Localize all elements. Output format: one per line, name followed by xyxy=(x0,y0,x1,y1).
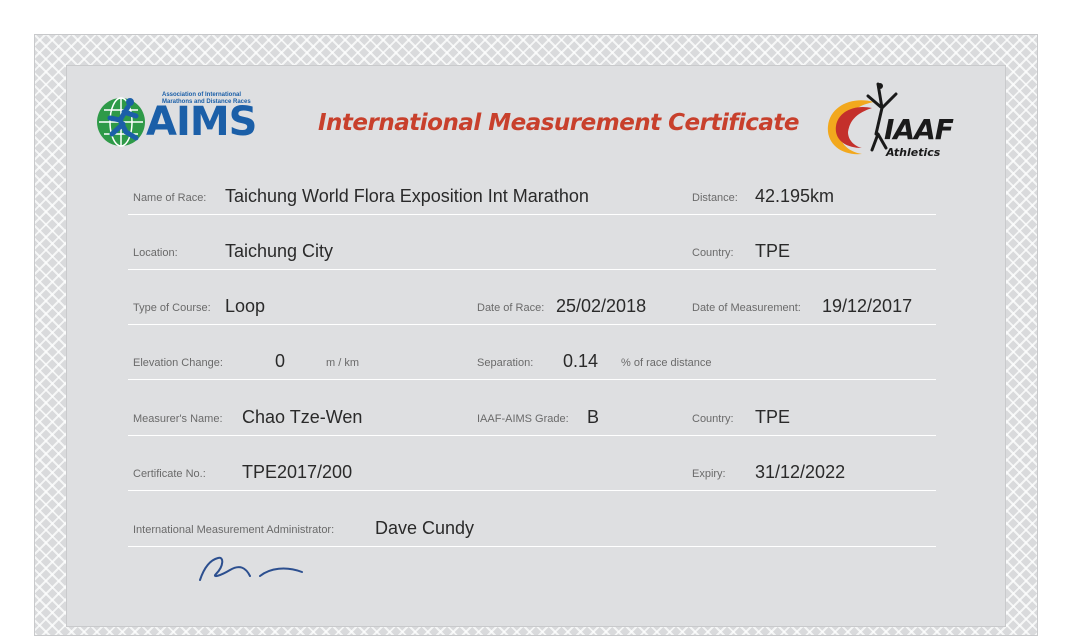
label-date-of-measurement: Date of Measurement: xyxy=(692,302,801,314)
label-expiry: Expiry: xyxy=(692,468,726,480)
row-measurer: Measurer's Name: Chao Tze-Wen IAAF-AIMS … xyxy=(128,401,936,436)
iaaf-wordmark: IAAF xyxy=(884,113,954,146)
label-country: Country: xyxy=(692,247,734,259)
value-measurer-country: TPE xyxy=(755,407,791,427)
signature-mark xyxy=(199,556,303,581)
label-name-of-race: Name of Race: xyxy=(133,192,207,204)
label-measurers-name: Measurer's Name: xyxy=(133,413,223,425)
label-elevation-change: Elevation Change: xyxy=(133,357,223,369)
certificate-title: International Measurement Certificate xyxy=(318,110,800,136)
aims-logo: Association of International Marathons a… xyxy=(90,86,270,152)
aims-globe-icon xyxy=(97,97,145,147)
label-certificate-no: Certificate No.: xyxy=(133,468,206,480)
value-type-of-course: Loop xyxy=(225,296,266,316)
value-date-of-race: 25/02/2018 xyxy=(556,296,647,316)
value-name-of-race: Taichung World Flora Exposition Int Mara… xyxy=(225,186,589,206)
label-type-of-course: Type of Course: xyxy=(133,302,211,314)
row-location: Location: Taichung City Country: TPE xyxy=(128,235,936,270)
label-separation: Separation: xyxy=(477,357,534,369)
row-certificate: Certificate No.: TPE2017/200 Expiry: 31/… xyxy=(128,456,936,491)
value-location: Taichung City xyxy=(225,241,334,261)
row-race-name: Name of Race: Taichung World Flora Expos… xyxy=(128,180,936,215)
iaaf-subtitle: Athletics xyxy=(886,146,941,159)
label-measurer-country: Country: xyxy=(692,413,734,425)
aims-wordmark: AIMS xyxy=(146,99,257,145)
value-distance: 42.195km xyxy=(755,186,835,206)
row-elevation: Elevation Change: 0 m / km Separation: 0… xyxy=(128,345,936,380)
unit-elevation-change: m / km xyxy=(326,357,359,369)
label-location: Location: xyxy=(133,247,178,259)
value-administrator: Dave Cundy xyxy=(375,518,475,538)
row-administrator: International Measurement Administrator:… xyxy=(128,512,936,547)
label-administrator: International Measurement Administrator: xyxy=(133,524,335,536)
value-separation: 0.14 xyxy=(563,351,599,371)
value-certificate-no: TPE2017/200 xyxy=(242,462,353,482)
value-expiry: 31/12/2022 xyxy=(755,462,846,482)
iaaf-logo: IAAF Athletics xyxy=(822,80,992,164)
value-date-of-measurement: 19/12/2017 xyxy=(822,296,913,316)
row-course: Type of Course: Loop Date of Race: 25/02… xyxy=(128,290,936,325)
value-country: TPE xyxy=(755,241,791,261)
unit-separation: % of race distance xyxy=(621,357,712,369)
value-grade: B xyxy=(587,407,600,427)
value-elevation-change: 0 xyxy=(275,351,286,371)
label-distance: Distance: xyxy=(692,192,738,204)
label-date-of-race: Date of Race: xyxy=(477,302,545,314)
label-grade: IAAF-AIMS Grade: xyxy=(477,413,569,425)
value-measurers-name: Chao Tze-Wen xyxy=(242,407,363,427)
